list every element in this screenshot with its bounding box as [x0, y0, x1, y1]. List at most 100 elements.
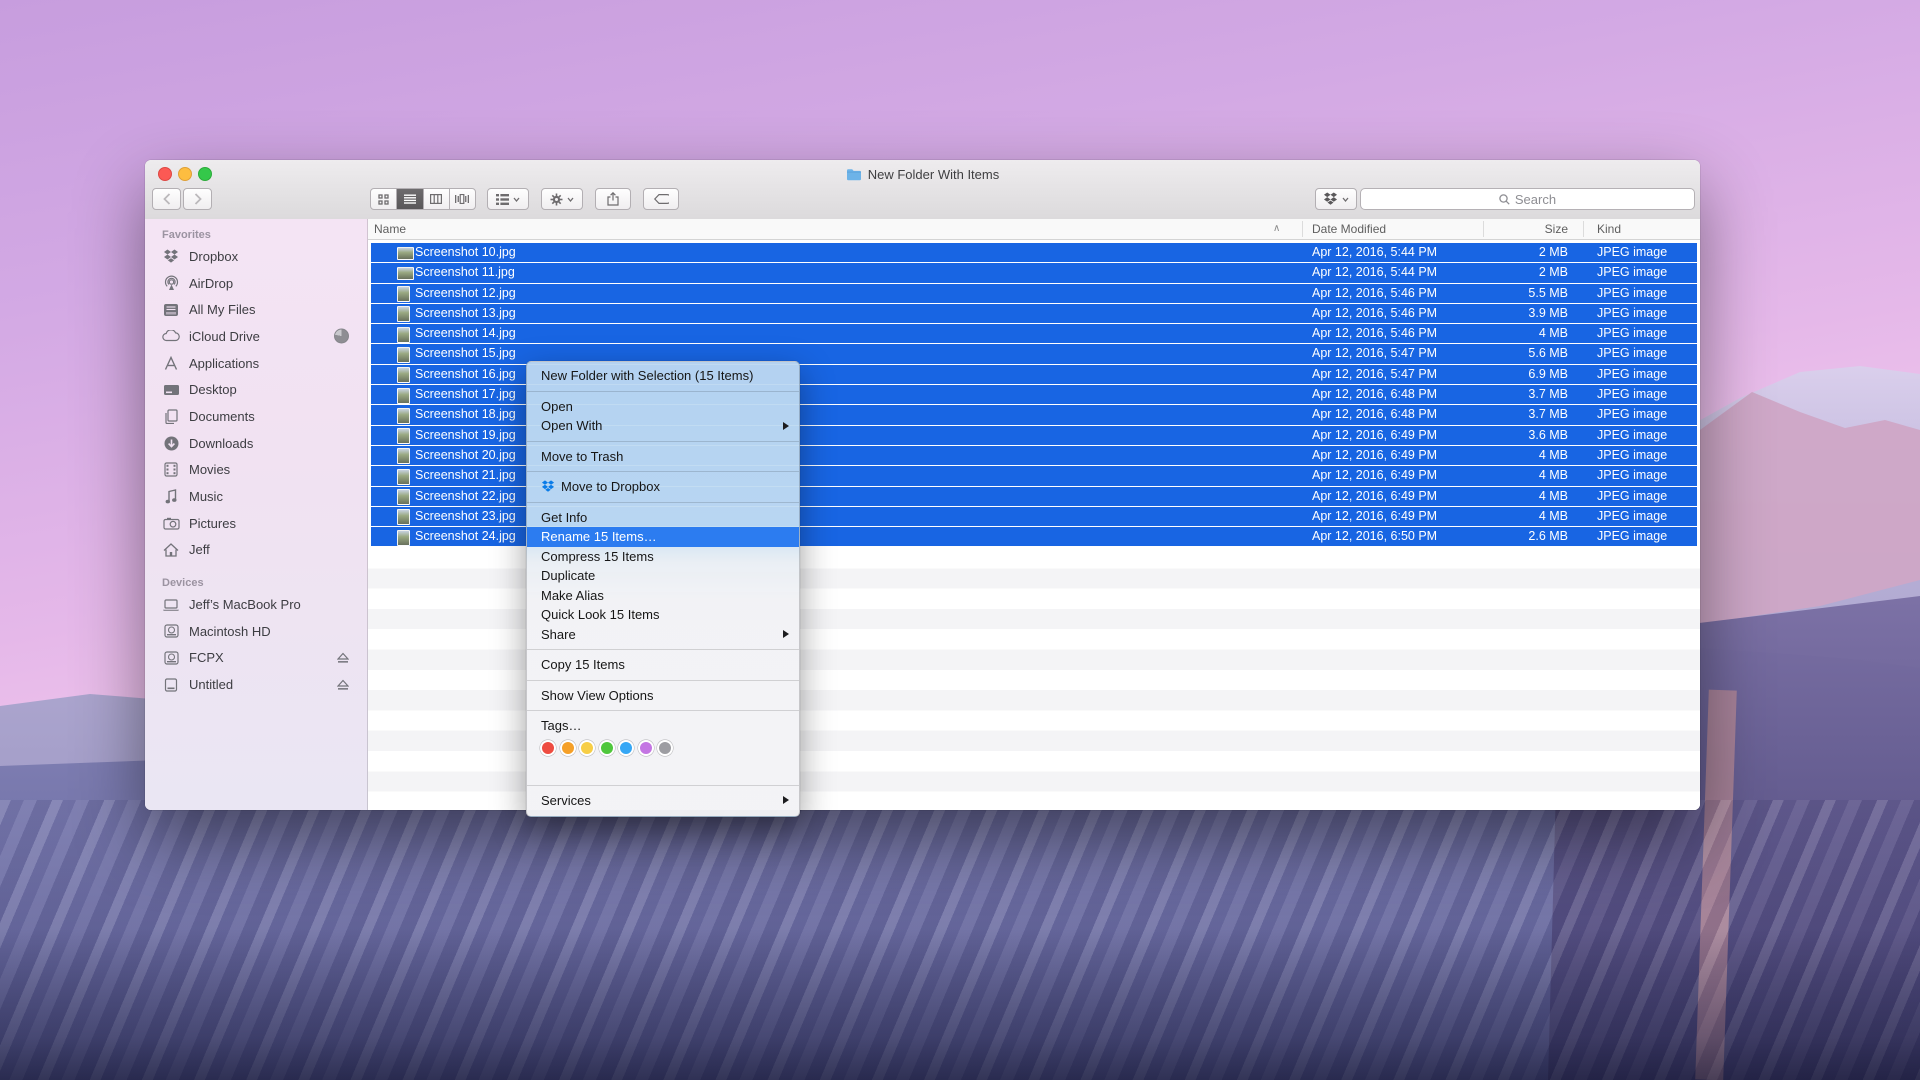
file-kind: JPEG image: [1597, 304, 1667, 323]
tags-button[interactable]: [643, 188, 679, 210]
share-button[interactable]: [595, 188, 631, 210]
sidebar-item-label: Movies: [189, 462, 230, 477]
file-size: 3.7 MB: [1528, 385, 1568, 404]
documents-icon: [162, 409, 180, 424]
list-view-button[interactable]: [397, 189, 423, 209]
file-kind: JPEG image: [1597, 344, 1667, 363]
file-kind: JPEG image: [1597, 446, 1667, 465]
music-icon: [162, 489, 180, 504]
menu-item-label: Share: [541, 625, 576, 645]
sidebar-item-label: Desktop: [189, 382, 237, 397]
column-divider[interactable]: [1583, 221, 1584, 237]
file-row-selected[interactable]: Screenshot 11.jpg Apr 12, 2016, 5:44 PM …: [371, 263, 1697, 283]
arrange-icon: [496, 194, 509, 205]
column-divider[interactable]: [1483, 221, 1484, 237]
sidebar-item-airdrop[interactable]: AirDrop: [145, 270, 367, 297]
tag-color-dot[interactable]: [640, 742, 652, 754]
sidebar-item-untitled[interactable]: Untitled: [145, 671, 367, 698]
file-name: Screenshot 24.jpg: [415, 527, 516, 546]
tag-color-row: [527, 736, 799, 760]
sidebar: Favorites Dropbox AirDrop All My Files i…: [145, 219, 368, 810]
tag-color-dot[interactable]: [562, 742, 574, 754]
menu-item-quick-look[interactable]: Quick Look 15 Items: [527, 605, 799, 625]
menu-item-duplicate[interactable]: Duplicate: [527, 566, 799, 586]
devices-section-label: Devices: [145, 575, 367, 591]
file-size: 4 MB: [1539, 507, 1568, 526]
applications-icon: [162, 356, 180, 371]
sidebar-item-home[interactable]: Jeff: [145, 537, 367, 564]
sidebar-item-downloads[interactable]: Downloads: [145, 430, 367, 457]
sidebar-item-desktop[interactable]: Desktop: [145, 376, 367, 403]
column-divider[interactable]: [1302, 221, 1303, 237]
sidebar-item-macbook-pro[interactable]: Jeff’s MacBook Pro: [145, 591, 367, 618]
menu-item-get-info[interactable]: Get Info: [527, 508, 799, 528]
tag-color-dot[interactable]: [601, 742, 613, 754]
submenu-arrow-icon: [783, 796, 789, 804]
menu-item-move-to-dropbox[interactable]: Move to Dropbox: [527, 477, 799, 497]
menu-item-rename-highlighted[interactable]: Rename 15 Items…: [527, 527, 799, 547]
menu-item-tags[interactable]: Tags…: [527, 716, 799, 736]
menu-item-open[interactable]: Open: [527, 397, 799, 417]
tag-color-dot[interactable]: [659, 742, 671, 754]
sidebar-item-dropbox[interactable]: Dropbox: [145, 243, 367, 270]
coverflow-view-button[interactable]: [450, 189, 475, 209]
eject-button[interactable]: [337, 679, 349, 690]
file-name: Screenshot 10.jpg: [415, 243, 516, 262]
arrange-button[interactable]: [487, 188, 529, 210]
eject-button[interactable]: [337, 652, 349, 663]
menu-item-open-with[interactable]: Open With: [527, 416, 799, 436]
menu-item-new-folder-with-selection[interactable]: New Folder with Selection (15 Items): [527, 366, 799, 386]
search-input[interactable]: Search: [1360, 188, 1695, 210]
file-thumbnail-icon: [397, 267, 414, 280]
sidebar-item-applications[interactable]: Applications: [145, 350, 367, 377]
menu-item-label: Open With: [541, 416, 602, 436]
column-view-button[interactable]: [424, 189, 450, 209]
dropbox-toolbar-button[interactable]: [1315, 188, 1357, 210]
action-button[interactable]: [541, 188, 583, 210]
tag-color-dot[interactable]: [620, 742, 632, 754]
sidebar-item-macintosh-hd[interactable]: Macintosh HD: [145, 618, 367, 645]
sidebar-item-fcpx[interactable]: FCPX: [145, 645, 367, 672]
tag-color-dot[interactable]: [542, 742, 554, 754]
file-size: 5.6 MB: [1528, 344, 1568, 363]
menu-separator: [527, 391, 799, 392]
file-row-selected[interactable]: Screenshot 14.jpg Apr 12, 2016, 5:46 PM …: [371, 324, 1697, 344]
menu-item-show-view-options[interactable]: Show View Options: [527, 686, 799, 706]
file-date-modified: Apr 12, 2016, 5:47 PM: [1312, 365, 1437, 384]
all-files-icon: [162, 303, 180, 317]
column-header-name[interactable]: Name: [374, 219, 406, 239]
sidebar-item-all-my-files[interactable]: All My Files: [145, 296, 367, 323]
column-header-size[interactable]: Size: [1545, 219, 1568, 239]
sidebar-item-label: Dropbox: [189, 249, 238, 264]
column-header-kind[interactable]: Kind: [1597, 219, 1621, 239]
file-kind: JPEG image: [1597, 263, 1667, 282]
file-kind: JPEG image: [1597, 527, 1667, 546]
file-date-modified: Apr 12, 2016, 6:49 PM: [1312, 446, 1437, 465]
menu-item-share[interactable]: Share: [527, 625, 799, 645]
file-row-selected[interactable]: Screenshot 10.jpg Apr 12, 2016, 5:44 PM …: [371, 243, 1697, 263]
menu-item-services[interactable]: Services: [527, 791, 799, 811]
menu-item-move-to-trash[interactable]: Move to Trash: [527, 447, 799, 467]
menu-item-make-alias[interactable]: Make Alias: [527, 586, 799, 606]
file-size: 5.5 MB: [1528, 284, 1568, 303]
external-drive-icon: [162, 678, 180, 692]
sidebar-item-music[interactable]: Music: [145, 483, 367, 510]
file-kind: JPEG image: [1597, 466, 1667, 485]
tag-color-dot[interactable]: [581, 742, 593, 754]
sidebar-item-movies[interactable]: Movies: [145, 457, 367, 484]
internal-drive-icon: [162, 624, 180, 638]
movies-icon: [162, 462, 180, 477]
menu-item-compress[interactable]: Compress 15 Items: [527, 547, 799, 567]
file-thumbnail-icon: [397, 347, 410, 363]
sidebar-item-icloud-drive[interactable]: iCloud Drive: [145, 323, 367, 350]
column-header-date[interactable]: Date Modified: [1312, 219, 1386, 239]
sidebar-item-documents[interactable]: Documents: [145, 403, 367, 430]
file-row-selected[interactable]: Screenshot 12.jpg Apr 12, 2016, 5:46 PM …: [371, 284, 1697, 304]
eject-icon: [337, 652, 349, 663]
icon-view-button[interactable]: [371, 189, 397, 209]
forward-button[interactable]: [183, 188, 212, 210]
sidebar-item-pictures[interactable]: Pictures: [145, 510, 367, 537]
file-row-selected[interactable]: Screenshot 13.jpg Apr 12, 2016, 5:46 PM …: [371, 304, 1697, 324]
menu-item-copy[interactable]: Copy 15 Items: [527, 655, 799, 675]
back-button[interactable]: [152, 188, 181, 210]
